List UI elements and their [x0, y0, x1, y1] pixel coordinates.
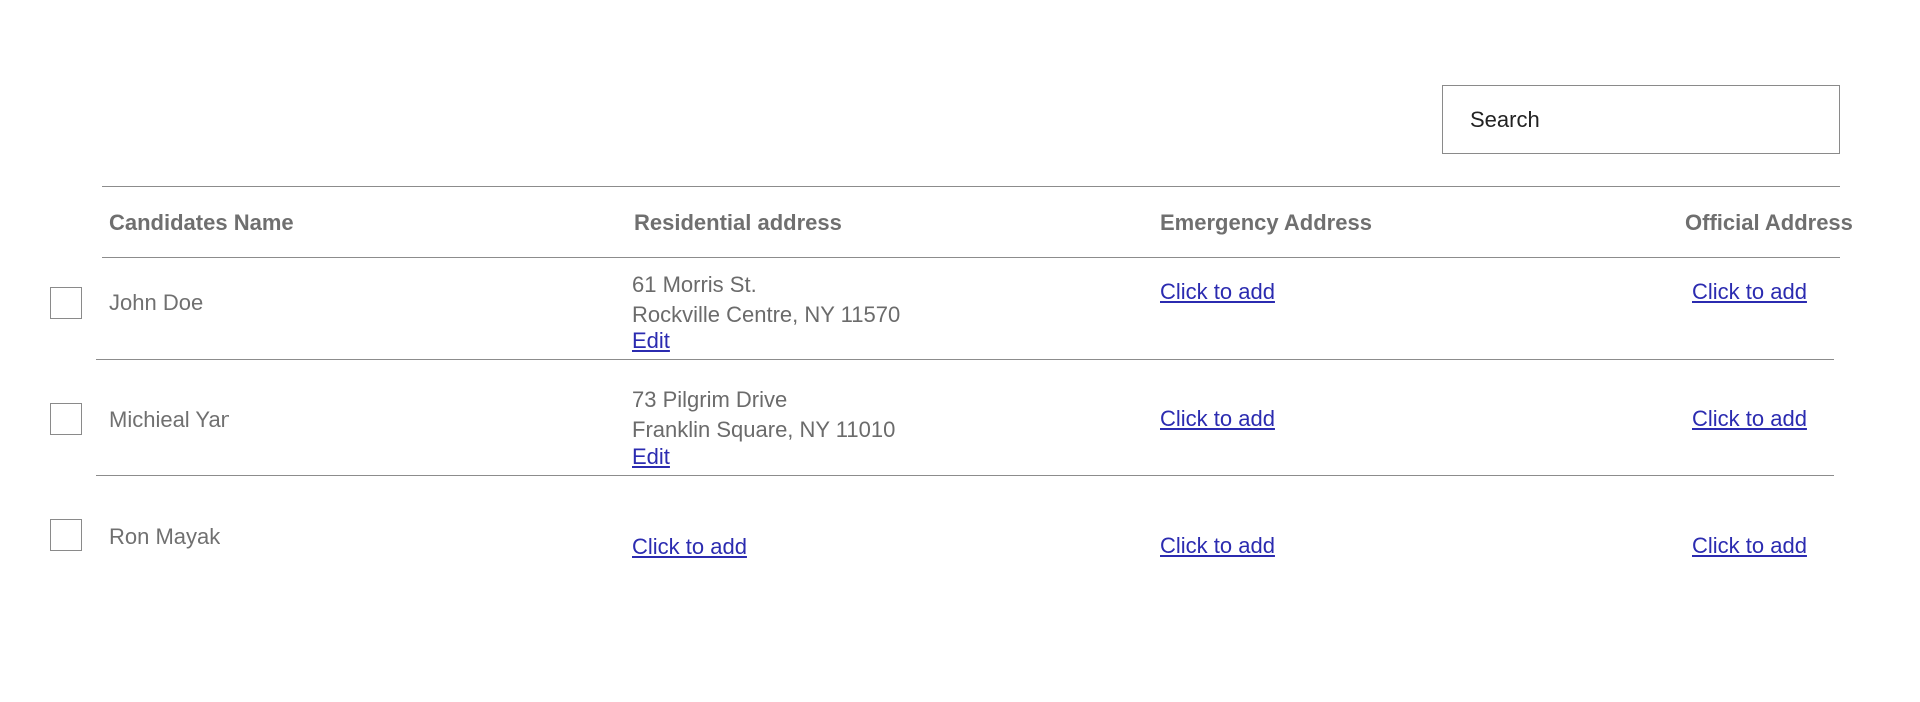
row-divider [96, 475, 1834, 476]
address-line2: Rockville Centre, NY 11570 [632, 302, 901, 327]
column-header-official: Official Address [1685, 210, 1853, 235]
row-divider [96, 359, 1834, 360]
candidate-name: Michieal Yan [109, 407, 229, 432]
table-top-divider [102, 186, 1840, 187]
row-select-checkbox[interactable] [50, 403, 82, 435]
row-select-checkbox[interactable] [50, 287, 82, 319]
add-emergency-address-link[interactable]: Click to add [1160, 531, 1275, 561]
edit-residential-link[interactable]: Edit [632, 326, 670, 356]
search-label: Search [1470, 106, 1540, 132]
search-input[interactable]: Search [1442, 85, 1840, 154]
address-line1: 73 Pilgrim Drive [632, 387, 788, 412]
address-line2: Franklin Square, NY 11010 [632, 417, 896, 442]
row-select-checkbox[interactable] [50, 519, 82, 551]
column-header-emergency: Emergency Address [1160, 210, 1372, 235]
address-line1: 61 Morris St. [632, 272, 757, 297]
add-emergency-address-link[interactable]: Click to add [1160, 404, 1275, 434]
residential-address: 73 Pilgrim Drive Franklin Square, NY 110… [632, 385, 895, 445]
residential-address: 61 Morris St. Rockville Centre, NY 11570 [632, 270, 900, 330]
column-header-name: Candidates Name [109, 210, 294, 235]
candidate-name: John Doe [109, 290, 204, 315]
add-official-address-link[interactable]: Click to add [1692, 404, 1807, 434]
add-emergency-address-link[interactable]: Click to add [1160, 277, 1275, 307]
header-bottom-divider [102, 257, 1840, 258]
add-official-address-link[interactable]: Click to add [1692, 531, 1807, 561]
add-residential-address-link[interactable]: Click to add [632, 532, 747, 562]
edit-residential-link[interactable]: Edit [632, 442, 670, 472]
add-official-address-link[interactable]: Click to add [1692, 277, 1807, 307]
candidate-name: Ron Mayak [109, 524, 221, 549]
column-header-residential: Residential address [634, 210, 842, 235]
